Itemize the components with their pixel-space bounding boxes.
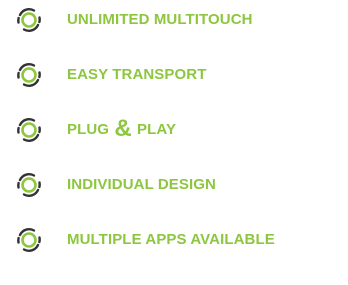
feature-label: MULTIPLE APPS AVAILABLE <box>67 231 275 248</box>
feature-list: UNLIMITED MULTITOUCH EASY TRANSPORT PLUG <box>0 0 348 285</box>
circle-arrows-icon <box>15 226 43 254</box>
list-item: EASY TRANSPORT <box>15 61 206 89</box>
circle-arrows-icon <box>15 61 43 89</box>
list-item: UNLIMITED MULTITOUCH <box>15 6 253 34</box>
list-item: PLUG & PLAY <box>15 116 176 144</box>
circle-arrows-icon <box>15 6 43 34</box>
feature-label-suffix: PLAY <box>132 121 177 138</box>
list-item: MULTIPLE APPS AVAILABLE <box>15 226 275 254</box>
feature-label-prefix: PLUG <box>67 121 114 138</box>
ampersand: & <box>114 115 132 142</box>
list-item: INDIVIDUAL DESIGN <box>15 171 216 199</box>
circle-arrows-icon <box>15 116 43 144</box>
circle-arrows-icon <box>15 171 43 199</box>
feature-label: UNLIMITED MULTITOUCH <box>67 11 253 28</box>
feature-label: PLUG & PLAY <box>67 116 176 144</box>
feature-label: EASY TRANSPORT <box>67 66 207 83</box>
feature-label: INDIVIDUAL DESIGN <box>67 176 216 193</box>
